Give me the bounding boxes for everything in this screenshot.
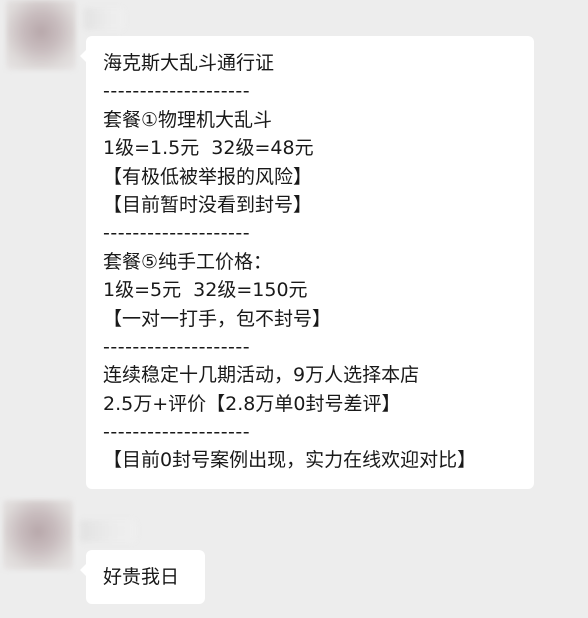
message-line: 套餐①物理机大乱斗 <box>103 108 273 131</box>
message-divider: -------------------- <box>103 80 251 103</box>
message-line: 【一对一打手，包不封号】 <box>103 307 332 330</box>
message-line: 【目前0封号案例出现，实力在线欢迎对比】 <box>103 449 477 472</box>
message-line: 2.5万+评价【2.8万单0封号差评】 <box>103 392 401 415</box>
sender-name <box>84 8 124 30</box>
message-line: 1级=5元 32级=150元 <box>103 279 308 302</box>
message-line: 好贵我日 <box>103 566 180 588</box>
sender-name <box>80 520 136 542</box>
message-divider: -------------------- <box>103 335 251 358</box>
message-divider: -------------------- <box>103 421 251 444</box>
sender-avatar[interactable] <box>6 0 76 70</box>
message-line: 【目前暂时没看到封号】 <box>103 193 313 216</box>
sender-avatar[interactable] <box>3 500 73 570</box>
message-line: 连续稳定十几期活动，9万人选择本店 <box>103 364 420 387</box>
message-bubble[interactable]: 海克斯大乱斗通行证 -------------------- 套餐①物理机大乱斗… <box>80 36 534 489</box>
message-bubble[interactable]: 好贵我日 <box>80 550 205 604</box>
message-line: 海克斯大乱斗通行证 <box>103 52 275 74</box>
message-line: 1级=1.5元 32级=48元 <box>103 137 314 160</box>
message-line: 套餐⑤纯手工价格： <box>103 250 273 273</box>
message-line: 【有极低被举报的风险】 <box>103 165 313 188</box>
message-divider: -------------------- <box>103 222 251 245</box>
